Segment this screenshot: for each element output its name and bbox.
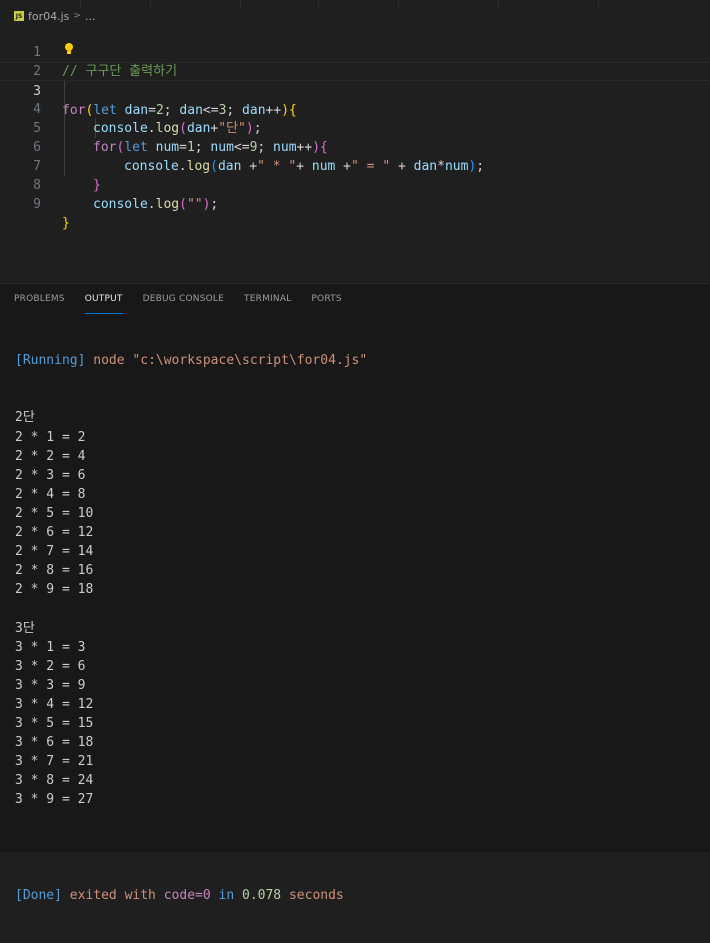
output-line: 2 * 3 = 6 — [15, 467, 86, 483]
running-tag: [Running] — [15, 353, 86, 369]
chevron-right-icon: > — [73, 11, 81, 21]
done-text: exited with — [61, 887, 164, 903]
done-seconds-label: seconds — [281, 887, 344, 903]
code-line-1: 1 // 구구단 출력하기 — [0, 24, 710, 79]
tab-ports[interactable]: PORTS — [311, 292, 341, 314]
output-line: 2 * 6 = 12 — [15, 525, 94, 541]
output-line: 3 * 4 = 12 — [15, 696, 94, 712]
line-number: 9 — [33, 197, 41, 212]
tab-problems[interactable]: PROBLEMS — [14, 292, 65, 314]
code-text: } — [62, 216, 70, 231]
output-done-line: [Done] exited with code=0 in 0.078 secon… — [15, 886, 705, 905]
output-line: 3 * 6 = 18 — [15, 735, 94, 751]
tab-debug-console[interactable]: DEBUG CONSOLE — [143, 292, 224, 314]
code-line-7: 7 } — [0, 138, 710, 193]
output-line: 2 * 9 = 18 — [15, 582, 94, 598]
code-text: console.log(""); — [93, 197, 219, 212]
output-lines: 2단 2 * 1 = 2 2 * 2 = 4 2 * 3 = 6 2 * 4 = 8 2 … — [15, 408, 705, 847]
output-line: 3 * 8 = 24 — [15, 773, 94, 789]
output-line: 3단 — [15, 620, 35, 636]
output-running-line: [Running] node "c:\workspace\script\for0… — [15, 351, 705, 370]
output-line: 2단 — [15, 410, 35, 426]
output-line: 2 * 1 = 2 — [15, 429, 86, 445]
code-line-5: 5 for(let num=1; num<=9; num++){ — [0, 100, 710, 155]
code-editor[interactable]: 1 // 구구단 출력하기 2 3 for(let dan=2; dan<=3;… — [0, 24, 710, 283]
output-line: 3 * 1 = 3 — [15, 639, 86, 655]
code-line-6: 6 console.log(dan +" * "+ num +" = " + d… — [0, 119, 710, 174]
output-line: 2 * 4 = 8 — [15, 486, 86, 502]
done-code: code=0 — [163, 887, 211, 903]
code-line-2: 2 — [0, 43, 710, 79]
tab-terminal[interactable]: TERMINAL — [244, 292, 291, 314]
breadcrumb-file[interactable]: for04.js — [28, 10, 69, 23]
code-line-4: 4 console.log(dan+"단"); — [0, 81, 710, 136]
breadcrumb-symbols[interactable]: ... — [85, 10, 96, 23]
output-line: 2 * 8 = 16 — [15, 563, 94, 579]
done-tag: [Done] — [15, 887, 62, 903]
done-in: in — [210, 887, 242, 903]
output-line: 2 * 7 = 14 — [15, 544, 94, 560]
output-line: 2 * 5 = 10 — [15, 505, 94, 521]
code-line-3: 3 for(let dan=2; dan<=3; dan++){ — [0, 62, 710, 118]
panel-tabs: PROBLEMS OUTPUT DEBUG CONSOLE TERMINAL P… — [14, 292, 342, 314]
output-line: 3 * 7 = 21 — [15, 754, 94, 770]
code-line-8: 8 console.log(""); — [0, 157, 710, 212]
javascript-file-icon: JS — [14, 11, 24, 21]
output-line: 3 * 2 = 6 — [15, 658, 86, 674]
title-strip — [0, 0, 710, 8]
output-line: 3 * 5 = 15 — [15, 715, 94, 731]
done-seconds-value: 0.078 — [242, 887, 282, 903]
output-line: 3 * 9 = 27 — [15, 792, 94, 808]
tab-output[interactable]: OUTPUT — [84, 292, 123, 314]
code-line-9: 9 } — [0, 176, 710, 231]
output-line: 3 * 3 = 9 — [15, 677, 86, 693]
output-log[interactable]: [Running] node "c:\workspace\script\for0… — [15, 313, 705, 943]
output-line: 2 * 2 = 4 — [15, 448, 86, 464]
bottom-panel: PROBLEMS OUTPUT DEBUG CONSOLE TERMINAL P… — [0, 283, 710, 903]
breadcrumb: JS for04.js > ... — [14, 7, 95, 25]
running-command: node "c:\workspace\script\for04.js" — [85, 353, 368, 369]
